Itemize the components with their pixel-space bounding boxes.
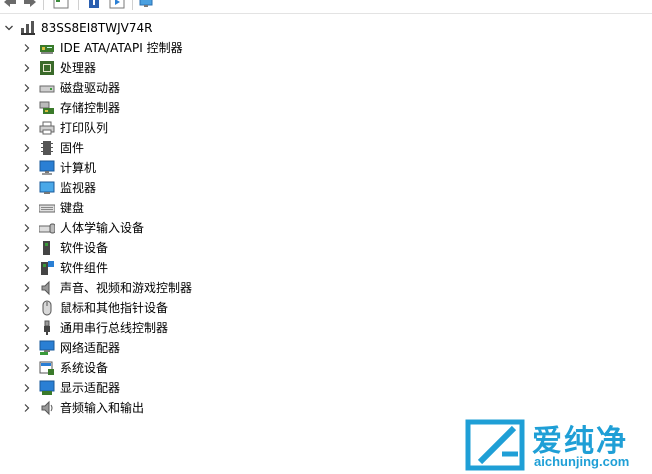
chevron-right-icon[interactable] xyxy=(21,98,33,118)
tree-item-sound-video-game[interactable]: 声音、视频和游戏控制器 xyxy=(0,278,400,298)
help-icon[interactable] xyxy=(86,0,102,9)
chevron-right-icon[interactable] xyxy=(21,318,33,338)
software-component-icon xyxy=(39,260,55,276)
tree-item-label: 音频输入和输出 xyxy=(60,401,145,415)
tree-item-firmware[interactable]: 固件 xyxy=(0,138,400,158)
root-label: 83SS8EI8TWJV74R xyxy=(41,21,153,35)
tree-item-disk-drive[interactable]: 磁盘驱动器 xyxy=(0,78,400,98)
tree-root[interactable]: 83SS8EI8TWJV74R xyxy=(0,18,300,38)
chevron-right-icon[interactable] xyxy=(21,298,33,318)
tree-item-label: 系统设备 xyxy=(60,361,109,375)
properties-icon[interactable] xyxy=(52,0,70,9)
chevron-right-icon[interactable] xyxy=(21,78,33,98)
tree-item-label: 软件设备 xyxy=(60,241,109,255)
chevron-right-icon[interactable] xyxy=(21,238,33,258)
forward-arrow-icon[interactable] xyxy=(22,0,38,9)
system-device-icon xyxy=(39,360,55,376)
tree-item-ide-controller[interactable]: IDE ATA/ATAPI 控制器 xyxy=(0,38,400,58)
tree-item-processor[interactable]: 处理器 xyxy=(0,58,400,78)
tree-item-software-device[interactable]: 软件设备 xyxy=(0,238,400,258)
tree-item-system-device[interactable]: 系统设备 xyxy=(0,358,400,378)
tree-item-label: 网络适配器 xyxy=(60,341,121,355)
tree-item-label: 显示适配器 xyxy=(60,381,121,395)
monitor-icon xyxy=(39,180,55,196)
chevron-right-icon[interactable] xyxy=(21,378,33,398)
chevron-right-icon[interactable] xyxy=(21,178,33,198)
tree-item-hid[interactable]: 人体学输入设备 xyxy=(0,218,400,238)
audio-io-icon xyxy=(39,400,55,416)
chevron-right-icon[interactable] xyxy=(21,358,33,378)
tree-item-label: 计算机 xyxy=(60,161,97,175)
tree-item-label: 监视器 xyxy=(60,181,97,195)
speaker-icon xyxy=(39,280,55,296)
usb-icon xyxy=(39,320,55,336)
hid-icon xyxy=(39,220,55,236)
tree-item-computer[interactable]: 计算机 xyxy=(0,158,400,178)
tree-item-monitor[interactable]: 监视器 xyxy=(0,178,400,198)
printer-icon xyxy=(39,120,55,136)
chevron-down-icon[interactable] xyxy=(3,18,15,38)
chevron-right-icon[interactable] xyxy=(21,38,33,58)
tree-item-software-component[interactable]: 软件组件 xyxy=(0,258,400,278)
tree-item-label: 人体学输入设备 xyxy=(60,221,145,235)
tree-item-label: 存储控制器 xyxy=(60,101,121,115)
tree-item-network-adapter[interactable]: 网络适配器 xyxy=(0,338,400,358)
tree-item-audio-io[interactable]: 音频输入和输出 xyxy=(0,398,400,418)
mouse-icon xyxy=(39,300,55,316)
tree-item-label: 处理器 xyxy=(60,61,97,75)
firmware-icon xyxy=(39,140,55,156)
chevron-right-icon[interactable] xyxy=(21,278,33,298)
chevron-right-icon[interactable] xyxy=(21,118,33,138)
tree-item-label: 软件组件 xyxy=(60,261,109,275)
computer-monitor-icon xyxy=(39,160,55,176)
tree-item-keyboard[interactable]: 键盘 xyxy=(0,198,400,218)
keyboard-icon xyxy=(39,200,55,216)
chevron-right-icon[interactable] xyxy=(21,338,33,358)
ide-controller-icon xyxy=(39,40,55,56)
display-adapter-icon xyxy=(39,380,55,396)
storage-controller-icon xyxy=(39,100,55,116)
tree-item-display-adapter[interactable]: 显示适配器 xyxy=(0,378,400,398)
back-arrow-icon[interactable] xyxy=(2,0,18,9)
chevron-right-icon[interactable] xyxy=(21,158,33,178)
chevron-right-icon[interactable] xyxy=(21,58,33,78)
update-driver-icon[interactable] xyxy=(108,0,126,9)
chevron-right-icon[interactable] xyxy=(21,198,33,218)
tree-item-label: 键盘 xyxy=(60,201,85,215)
tree-item-label: 打印队列 xyxy=(60,121,109,135)
computer-icon xyxy=(20,20,36,36)
chevron-right-icon[interactable] xyxy=(21,138,33,158)
tree-item-label: 固件 xyxy=(60,141,85,155)
processor-icon xyxy=(39,60,55,76)
disk-drive-icon xyxy=(39,80,55,96)
scan-hardware-icon[interactable] xyxy=(138,0,158,9)
tree-item-label: 鼠标和其他指针设备 xyxy=(60,301,169,315)
tree-item-label: 磁盘驱动器 xyxy=(60,81,121,95)
tree-item-mouse[interactable]: 鼠标和其他指针设备 xyxy=(0,298,400,318)
tree-item-label: 声音、视频和游戏控制器 xyxy=(60,281,193,295)
tree-item-label: 通用串行总线控制器 xyxy=(60,321,169,335)
toolbar xyxy=(0,0,652,14)
tree-item-print-queue[interactable]: 打印队列 xyxy=(0,118,400,138)
tree-item-label: IDE ATA/ATAPI 控制器 xyxy=(60,41,183,55)
tree-item-usb[interactable]: 通用串行总线控制器 xyxy=(0,318,400,338)
watermark-url: aichunjing.com xyxy=(534,454,630,469)
chevron-right-icon[interactable] xyxy=(21,258,33,278)
software-device-icon xyxy=(39,240,55,256)
network-adapter-icon xyxy=(39,340,55,356)
chevron-right-icon[interactable] xyxy=(21,218,33,238)
watermark-logo-icon xyxy=(465,419,525,471)
chevron-right-icon[interactable] xyxy=(21,398,33,418)
watermark: 爱纯净 aichunjing.com xyxy=(456,414,652,474)
tree-item-storage-controller[interactable]: 存储控制器 xyxy=(0,98,400,118)
